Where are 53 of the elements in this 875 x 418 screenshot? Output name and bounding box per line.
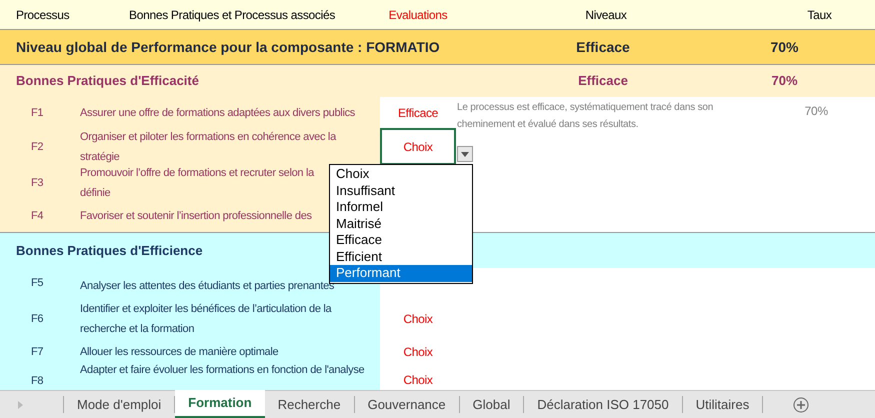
process-code: F5 <box>31 276 44 290</box>
process-code: F2 <box>31 140 44 154</box>
evaluation-cell[interactable]: Choix <box>380 297 456 340</box>
caret-icon <box>461 152 469 156</box>
column-header: Processus <box>15 6 70 24</box>
column-header: Niveaux <box>584 6 628 24</box>
dropdown-option[interactable]: Insuffisant <box>330 182 472 199</box>
sheet-tab[interactable]: Déclaration ISO 17050 <box>524 396 683 413</box>
evaluation-cell[interactable]: Choix <box>380 340 456 363</box>
process-code: F7 <box>31 344 44 360</box>
section-title: Bonnes Pratiques d'Efficacité <box>16 73 199 88</box>
dropdown-option[interactable]: Choix <box>330 166 472 182</box>
process-code: F6 <box>31 312 44 326</box>
sheet-tab[interactable]: Formation <box>175 390 265 418</box>
rate-text: 70% <box>804 103 828 120</box>
add-sheet-icon[interactable] <box>793 396 810 412</box>
dropdown-arrow-button[interactable] <box>457 146 473 162</box>
section-title: Bonnes Pratiques d'Efficience <box>16 242 203 258</box>
practice-text: définie <box>80 186 110 200</box>
sheet-tab[interactable]: Gouvernance <box>354 396 460 413</box>
overall-title: Niveau global de Performance pour la composante : FORMATIO <box>15 38 441 57</box>
dropdown-option[interactable]: Maitrisé <box>330 216 472 232</box>
column-header: Taux <box>806 6 833 24</box>
practice-text: Promouvoir l’offre de formations et recruter selon la <box>80 166 314 180</box>
practice-text: Adapter et faire évoluer les formations en fonction de l'analyse <box>80 363 364 378</box>
practice-text: Organiser et piloter les formations en cohérence avec la <box>80 130 336 144</box>
evaluation-cell[interactable]: Efficace <box>380 97 456 128</box>
sheet-tab[interactable]: Global <box>460 396 524 413</box>
practice-text: stratégie <box>80 150 120 164</box>
comment-text: Le processus est efficace, systématiquement tracé dans son cheminement et évalué dans ses résultats. <box>456 101 714 128</box>
practice-text: Identifier et exploiter les bénéfices de l’articulation de la <box>80 302 332 316</box>
dropdown-option[interactable]: Informel <box>330 199 472 216</box>
process-code: F3 <box>31 176 44 190</box>
overall-rate: 70% <box>769 38 800 56</box>
practice-text: Assurer une offre de formations adaptées aux divers publics <box>80 106 355 120</box>
sheet-tab[interactable]: Utilitaires <box>682 396 764 413</box>
practice-text: Analyser les attentes des étudiants et parties prenantes <box>80 278 334 294</box>
process-code: F4 <box>31 209 44 224</box>
dropdown-option[interactable]: Efficace <box>330 232 472 248</box>
overall-level: Efficace <box>575 38 631 56</box>
practice-text: Allouer les ressources de manière optimale <box>80 344 278 360</box>
evaluation-cell[interactable]: Choix <box>380 363 456 390</box>
column-header: Bonnes Pratiques et Processus associés <box>128 6 336 24</box>
process-code: F8 <box>31 374 44 389</box>
column-header: Evaluations <box>388 6 448 24</box>
sheet-tab[interactable]: Recherche <box>264 396 355 413</box>
practice-text: recherche et la formation <box>80 322 194 336</box>
section-rate: 70% <box>770 72 799 90</box>
process-code: F1 <box>31 106 44 120</box>
section-level: Efficace <box>577 72 629 90</box>
practice-text: Favoriser et soutenir l’insertion professionnelle des <box>80 209 312 224</box>
dropdown-option[interactable]: Performant <box>330 265 472 282</box>
dropdown-option[interactable]: Efficient <box>330 248 472 265</box>
